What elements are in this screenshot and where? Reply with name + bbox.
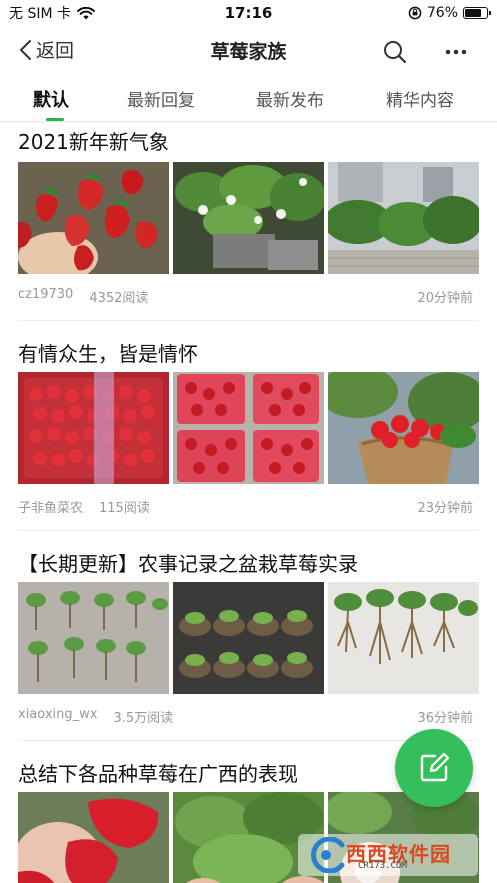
tab-latest-reply[interactable]: 最新回复 xyxy=(127,86,195,111)
post-author[interactable]: xiaoxing_wx xyxy=(18,707,97,726)
battery-level xyxy=(465,9,481,17)
divider xyxy=(18,320,478,321)
orientation-lock-icon xyxy=(408,6,422,20)
wifi-icon xyxy=(77,6,95,19)
post-time: 36分钟前 xyxy=(417,711,473,726)
carrier-label: 无 SIM 卡 xyxy=(9,6,71,22)
search-icon[interactable] xyxy=(381,38,409,66)
watermark: 西西软件园 CR173.COM xyxy=(298,834,478,876)
tab-latest-post[interactable]: 最新发布 xyxy=(256,86,324,111)
post-meta: 子非鱼菜农 115阅读 23分钟前 xyxy=(18,497,473,516)
post-image[interactable] xyxy=(173,372,324,484)
post-reads: 115阅读 xyxy=(99,501,150,516)
site-logo-icon xyxy=(311,837,345,873)
post-author[interactable]: cz19730 xyxy=(18,287,73,306)
post-meta: xiaoxing_wx 3.5万阅读 36分钟前 xyxy=(18,707,473,726)
post-title[interactable]: 2021新年新气象 xyxy=(18,126,169,155)
post-reads: 4352阅读 xyxy=(89,291,149,306)
tab-bar: 默认 最新回复 最新发布 精华内容 xyxy=(0,76,497,122)
tab-default[interactable]: 默认 xyxy=(33,86,69,112)
watermark-url: CR173.COM xyxy=(358,861,407,871)
post-title[interactable]: 【长期更新】农事记录之盆栽草莓实录 xyxy=(18,548,358,577)
more-dots-icon[interactable] xyxy=(441,38,471,66)
post-title[interactable]: 有情众生，皆是情怀 xyxy=(18,338,198,367)
post-time: 20分钟前 xyxy=(417,291,473,306)
post-author[interactable]: 子非鱼菜农 xyxy=(18,497,83,516)
post-image[interactable] xyxy=(173,162,324,274)
post-image[interactable] xyxy=(18,792,169,883)
tab-featured[interactable]: 精华内容 xyxy=(386,86,454,111)
post-images xyxy=(18,372,479,484)
post-image[interactable] xyxy=(18,162,169,274)
chevron-left-icon xyxy=(20,39,31,60)
back-button[interactable]: 返回 xyxy=(18,36,74,63)
post-images xyxy=(18,162,479,274)
status-left: 无 SIM 卡 xyxy=(9,3,95,23)
page-title: 草莓家族 xyxy=(210,41,287,63)
divider xyxy=(18,530,478,531)
post-reads: 3.5万阅读 xyxy=(113,711,174,726)
post-time: 23分钟前 xyxy=(417,501,473,516)
post-image[interactable] xyxy=(328,162,479,274)
status-right: 76% xyxy=(408,5,491,21)
back-label: 返回 xyxy=(36,40,75,62)
status-bar: 无 SIM 卡 17:16 76% xyxy=(0,0,497,26)
battery-percent: 76% xyxy=(426,5,458,21)
post-images xyxy=(18,582,479,694)
post-image[interactable] xyxy=(18,582,169,694)
compose-icon xyxy=(420,752,450,782)
nav-bar: 返回 草莓家族 xyxy=(0,26,497,74)
post-image[interactable] xyxy=(173,582,324,694)
post-title[interactable]: 总结下各品种草莓在广西的表现 xyxy=(18,758,298,787)
compose-button[interactable] xyxy=(395,729,473,807)
post-image[interactable] xyxy=(328,582,479,694)
battery-icon xyxy=(463,7,491,19)
post-image[interactable] xyxy=(328,372,479,484)
post-meta: cz19730 4352阅读 20分钟前 xyxy=(18,287,473,306)
post-image[interactable] xyxy=(18,372,169,484)
tab-indicator xyxy=(46,118,64,121)
